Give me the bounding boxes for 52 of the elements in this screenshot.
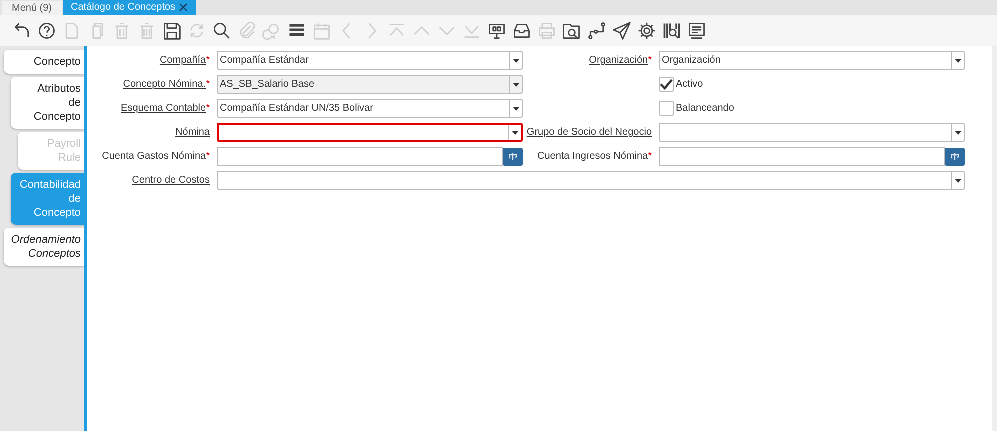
workflow-icon[interactable] [586, 20, 606, 40]
window-tab[interactable]: Menú (9) [2, 1, 62, 15]
field-label[interactable]: Centro de Costos [132, 173, 210, 188]
close-icon[interactable] [178, 3, 188, 12]
dropdown-arrow-icon[interactable] [508, 125, 521, 140]
dropdown-field[interactable]: AS_SB_Salario Base [217, 75, 523, 94]
paper-plane-icon[interactable] [612, 20, 632, 40]
lookup-button[interactable] [945, 148, 965, 166]
required-mark: * [206, 54, 210, 68]
input-field[interactable] [217, 147, 503, 166]
input-field[interactable] [659, 147, 945, 166]
dropdown-field[interactable] [217, 123, 523, 142]
required-mark: * [648, 54, 652, 68]
required-mark: * [648, 150, 652, 164]
dropdown-field[interactable] [217, 171, 965, 190]
checkbox[interactable] [659, 101, 674, 116]
checkbox-label: Balanceando [676, 102, 734, 116]
field-label[interactable]: Esquema Contable [121, 101, 206, 116]
barcode-search-icon[interactable] [662, 20, 682, 40]
dropdown-arrow-icon[interactable] [951, 124, 964, 141]
dropdown-field[interactable]: Organización [659, 51, 965, 70]
scale-icon [951, 153, 959, 160]
dropdown-field[interactable]: Compañía Estándar [217, 51, 523, 70]
field-label[interactable]: Concepto Nómina. [123, 77, 206, 92]
dropdown-arrow-icon[interactable] [509, 52, 522, 69]
form-icon[interactable] [686, 20, 706, 40]
field-label[interactable]: Nómina [176, 125, 210, 140]
field-label[interactable]: Compañía [160, 53, 206, 68]
required-mark: * [206, 102, 210, 116]
save-icon[interactable] [162, 20, 182, 40]
required-mark: * [206, 78, 210, 92]
field-label: Cuenta Gastos Nómina [102, 150, 206, 164]
search-icon[interactable] [212, 20, 232, 40]
side-tab[interactable]: Ordenamiento Conceptos [4, 228, 84, 266]
dropdown-arrow-icon[interactable] [951, 172, 964, 189]
side-tab[interactable]: Atributos de Concepto [11, 77, 84, 129]
dropdown-field[interactable]: Compañía Estándar UN/35 Bolivar [217, 99, 523, 118]
scale-icon [509, 153, 517, 160]
dropdown-arrow-icon[interactable] [509, 76, 522, 93]
dropdown-arrow-icon[interactable] [509, 100, 522, 117]
side-tab[interactable]: Concepto [4, 50, 84, 74]
lookup-button[interactable] [503, 148, 523, 166]
field-label: Cuenta Ingresos Nómina [537, 150, 648, 164]
settings-icon[interactable] [636, 20, 656, 40]
dropdown-arrow-icon[interactable] [951, 52, 964, 69]
checkbox-label: Activo [676, 78, 704, 92]
help-icon[interactable] [36, 20, 56, 40]
checkbox[interactable] [659, 77, 674, 92]
field-label[interactable]: Grupo de Socio del Negocio [526, 125, 652, 140]
field-label[interactable]: Organización [589, 53, 648, 68]
dropdown-field[interactable] [659, 123, 965, 142]
required-mark: * [206, 150, 210, 164]
